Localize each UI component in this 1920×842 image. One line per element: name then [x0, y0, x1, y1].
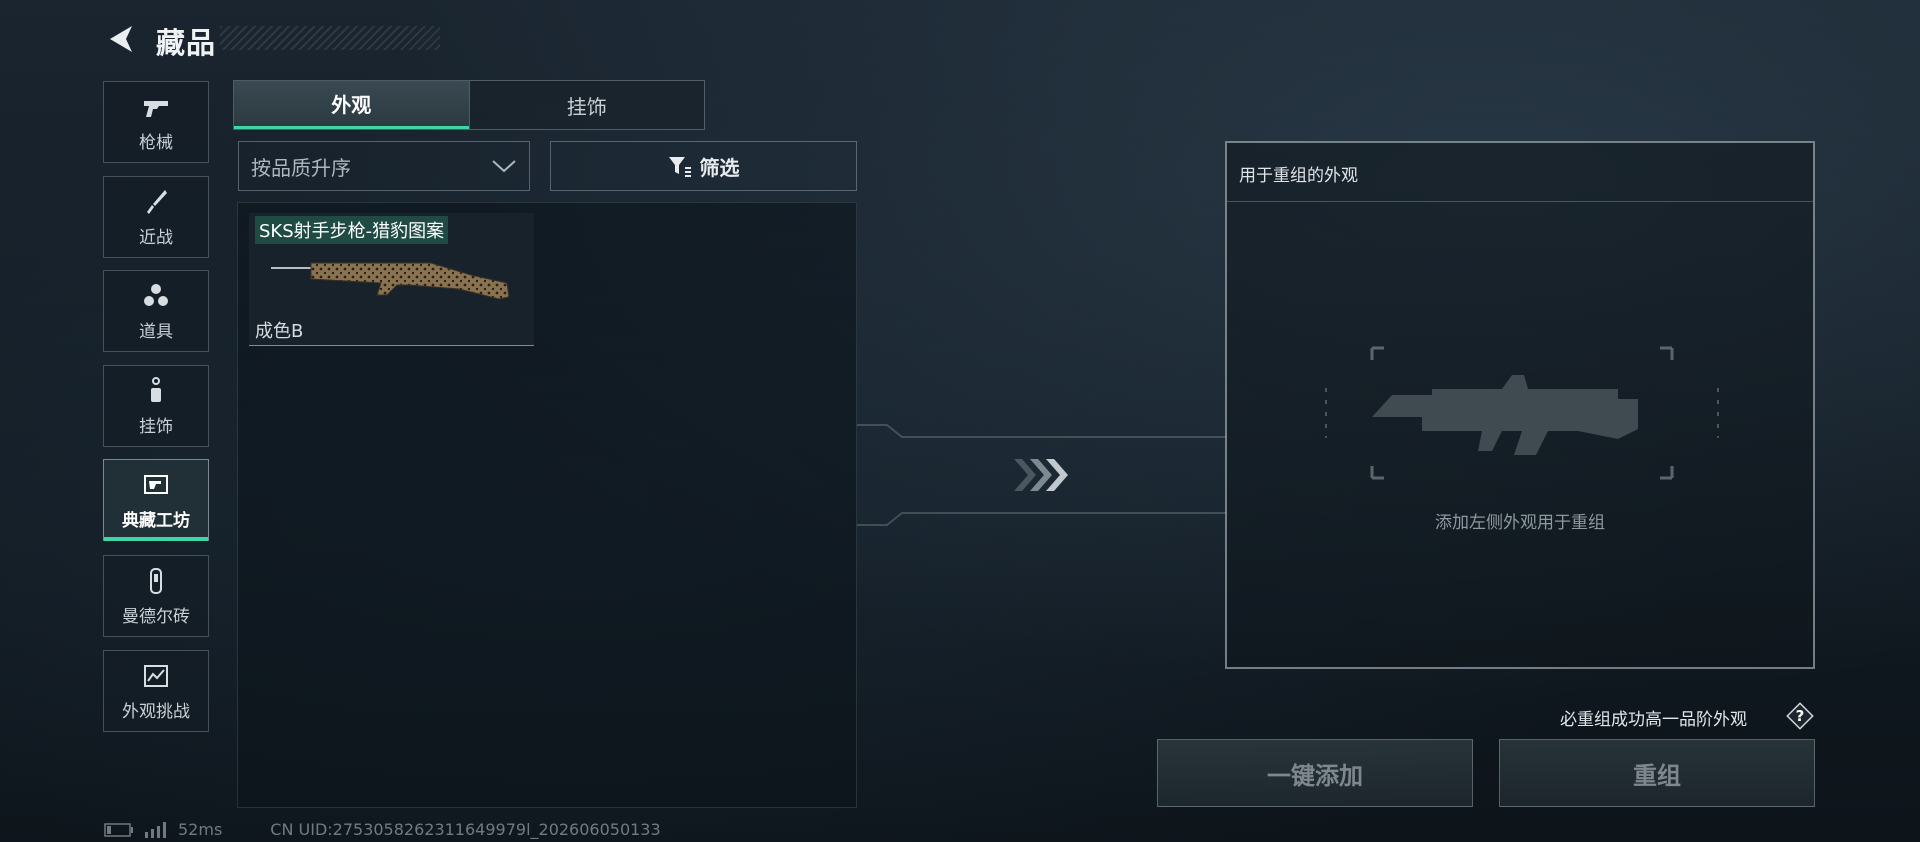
filter-icon — [668, 157, 691, 177]
sidebar-item-skin-challenge[interactable]: 外观挑战 — [103, 650, 209, 732]
page-title: 藏品 — [156, 26, 217, 60]
sort-dropdown[interactable]: 按品质升序 — [238, 141, 530, 191]
back-arrow-icon[interactable] — [104, 22, 138, 56]
skin-card[interactable]: SKS射手步枪-猎豹图案 成色B — [249, 213, 534, 346]
sidebar-item-mandel-brick[interactable]: 曼德尔砖 — [103, 555, 209, 637]
sidebar-item-label: 道具 — [139, 321, 173, 342]
filter-button[interactable]: 筛选 — [550, 141, 857, 191]
sidebar-item-label: 近战 — [139, 227, 173, 248]
sidebar-item-label: 枪械 — [139, 132, 173, 153]
filter-label: 筛选 — [699, 155, 740, 180]
sidebar-item-label: 外观挑战 — [122, 701, 190, 722]
panel-hint: 添加左侧外观用于重组 — [1435, 513, 1605, 533]
brick-icon — [150, 567, 162, 594]
category-tabs: 外观 挂饰 — [233, 80, 705, 130]
chevrons-right-icon — [1014, 459, 1068, 491]
grenades-icon — [144, 283, 168, 306]
panel-header: 用于重组的外观 — [1227, 143, 1813, 202]
sidebar-item-label: 挂饰 — [139, 416, 173, 437]
ping-value: 52ms — [178, 820, 223, 839]
skin-grade: 成色B — [255, 321, 304, 342]
sidebar-item-melee[interactable]: 近战 — [103, 176, 209, 258]
svg-text:?: ? — [1796, 707, 1805, 725]
sort-value: 按品质升序 — [251, 155, 351, 180]
one-key-add-button[interactable]: 一键添加 — [1157, 739, 1473, 807]
help-icon[interactable]: ? — [1786, 702, 1814, 730]
challenge-icon — [144, 664, 168, 687]
sidebar-item-label: 典藏工坊 — [122, 510, 190, 531]
title-decoration — [220, 26, 440, 50]
tab-skins[interactable]: 外观 — [234, 81, 469, 129]
pistol-icon — [144, 100, 168, 117]
knife-icon — [147, 189, 167, 214]
status-bar: 52ms CN UID:2753058262311649979l_2026060… — [104, 820, 661, 839]
sidebar-item-workshop[interactable]: 典藏工坊 — [103, 459, 209, 541]
sidebar-item-gadgets[interactable]: 道具 — [103, 270, 209, 352]
uid-text: CN UID:2753058262311649979l_202606050133 — [270, 820, 661, 839]
rifle-placeholder-icon[interactable] — [1322, 333, 1722, 493]
sidebar-item-label: 曼德尔砖 — [122, 606, 190, 627]
upgrade-note: 必重组成功高一品阶外观 — [1560, 710, 1747, 730]
panel-title: 用于重组的外观 — [1239, 166, 1358, 186]
charm-icon — [151, 376, 161, 402]
battery-icon — [104, 822, 133, 837]
skin-name: SKS射手步枪-猎豹图案 — [255, 216, 449, 244]
recompose-panel: 用于重组的外观 添加左侧外观用于重组 — [1225, 141, 1815, 669]
chevron-down-icon — [492, 160, 516, 173]
workshop-icon — [144, 474, 168, 494]
sidebar-item-firearms[interactable]: 枪械 — [103, 81, 209, 163]
sks-rifle-image — [271, 262, 510, 300]
tab-charms[interactable]: 挂饰 — [468, 81, 704, 129]
recompose-button[interactable]: 重组 — [1499, 739, 1815, 807]
signal-icon — [145, 821, 166, 838]
sidebar-item-charms[interactable]: 挂饰 — [103, 365, 209, 447]
